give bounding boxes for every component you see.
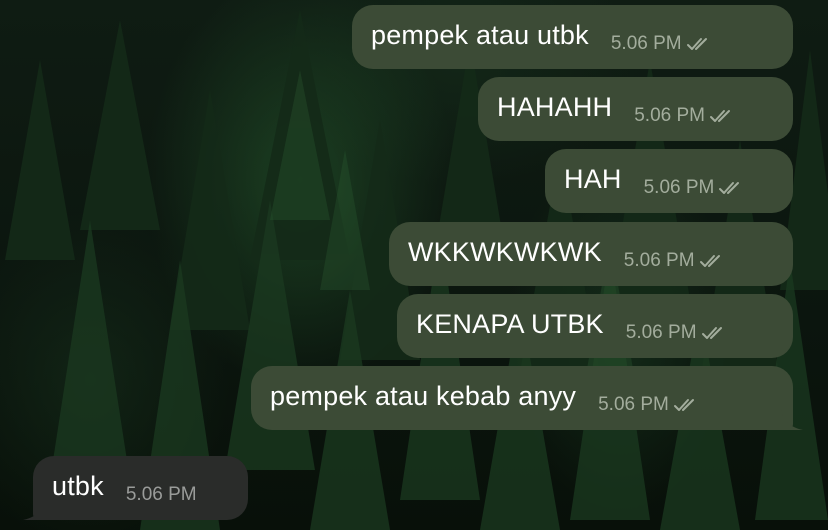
message-text: utbk [52,470,104,501]
message-meta: 5.06 PM [634,105,737,127]
message-meta: 5.06 PM [624,250,727,272]
message-timestamp: 5.06 PM [125,484,197,505]
message-meta: 5.06 PM [126,484,197,506]
message-bubble-outgoing[interactable]: HAHAHH 5.06 PM [478,77,793,141]
message-text: pempek atau utbk [371,19,589,50]
read-double-check-icon [701,327,722,339]
read-double-check-icon [686,38,707,50]
message-timestamp: 5.06 PM [643,177,715,198]
message-timestamp: 5.06 PM [625,322,697,343]
message-timestamp: 5.06 PM [610,33,682,54]
message-bubble-outgoing[interactable]: KENAPA UTBK 5.06 PM [397,294,793,358]
message-text: WKKWKWKWK [408,236,602,267]
bubble-tail [23,500,45,520]
bubble-tail [781,410,803,430]
message-text: HAH [564,163,622,194]
message-meta: 5.06 PM [598,394,701,416]
message-text: pempek atau kebab anyy [270,380,577,411]
message-bubble-outgoing[interactable]: HAH 5.06 PM [545,149,793,213]
message-timestamp: 5.06 PM [598,394,669,415]
message-bubble-outgoing[interactable]: WKKWKWKWK 5.06 PM [389,222,793,286]
message-bubble-outgoing[interactable]: pempek atau kebab anyy 5.06 PM [251,366,803,430]
read-double-check-icon [719,182,740,194]
read-double-check-icon [709,110,730,122]
message-text: KENAPA UTBK [416,308,604,339]
message-bubble-incoming[interactable]: utbk 5.06 PM [23,456,248,520]
message-timestamp: 5.06 PM [634,105,705,126]
message-meta: 5.06 PM [644,177,747,199]
read-double-check-icon [673,399,694,411]
message-bubble-outgoing[interactable]: pempek atau utbk 5.06 PM [352,5,793,69]
message-timestamp: 5.06 PM [623,250,695,271]
read-double-check-icon [699,255,720,267]
message-meta: 5.06 PM [626,322,729,344]
message-text: HAHAHH [497,91,613,122]
message-meta: 5.06 PM [611,33,714,55]
